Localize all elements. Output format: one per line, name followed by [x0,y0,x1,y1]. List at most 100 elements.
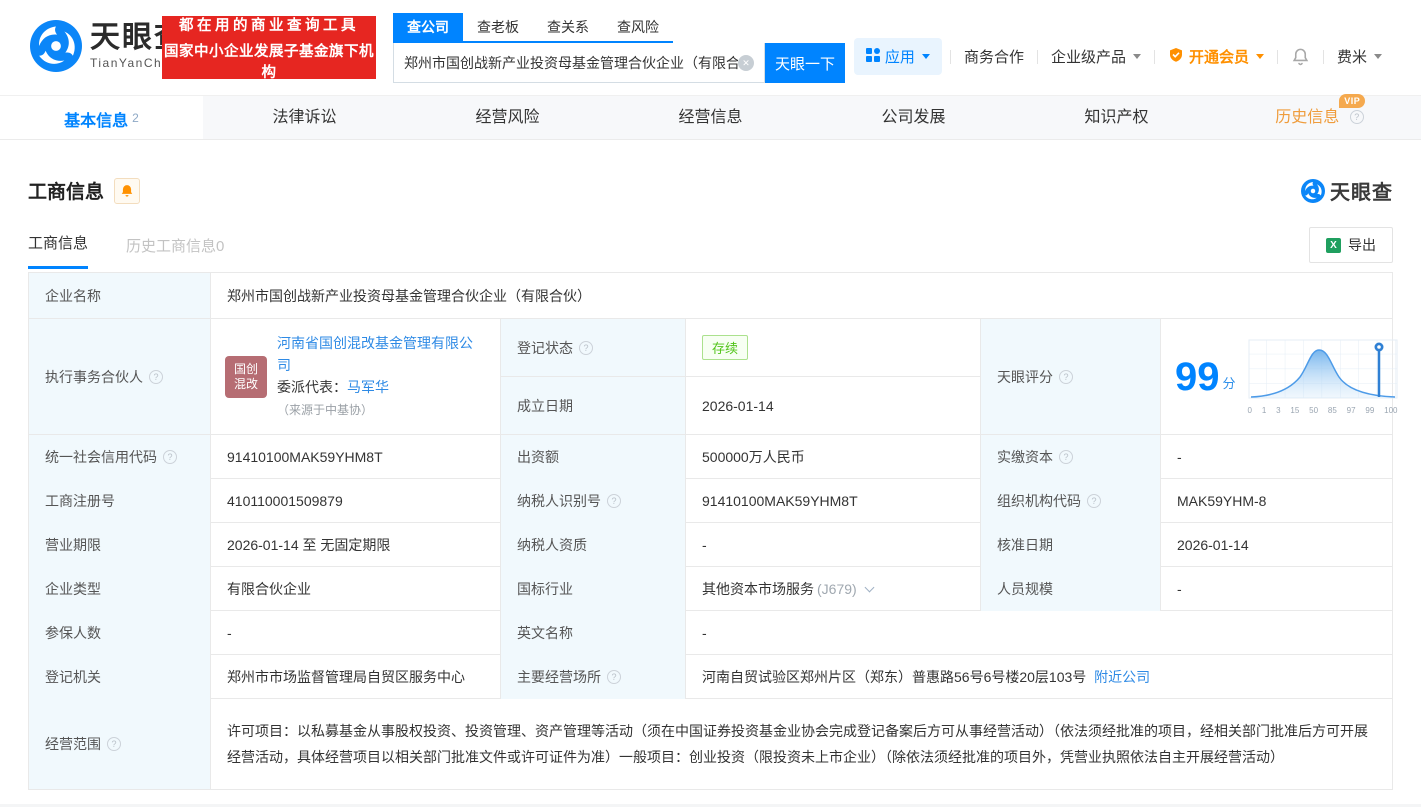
field-label-english-name: 英文名称 [501,611,686,655]
field-label-approval-date: 核准日期 [981,523,1161,567]
partner-company-link[interactable]: 河南省国创混改基金管理有限公司 [277,335,473,373]
chevron-down-icon[interactable] [864,582,874,592]
top-header: 天眼查 TianYanCha.com 都在用的商业查询工具 国家中小企业发展子基… [0,0,1421,95]
slogan-line1: 都在用的商业查询工具 [162,14,376,35]
status-date-stack: 登记状态 存续 成立日期 2026-01-14 [501,319,981,434]
tab-company-development[interactable]: 公司发展 [812,96,1015,139]
search-tab-risk[interactable]: 查风险 [603,13,673,41]
partner-avatar[interactable]: 国创混改 [225,356,267,398]
tab-label: 历史信息 [1275,109,1339,126]
field-value-company-name: 郑州市国创战新产业投资母基金管理合伙企业（有限合伙） [211,273,1392,318]
tab-operating-info[interactable]: 经营信息 [609,96,812,139]
search-tab-relation[interactable]: 查关系 [533,13,603,41]
field-value-credit-code: 91410100MAK59YHM8T [211,435,501,479]
search-box [393,43,765,83]
search-input[interactable] [404,55,738,71]
help-icon[interactable] [149,370,163,384]
top-nav: 应用 商务合作 企业级产品 开通会员 [854,38,1395,75]
nav-vip-label: 开通会员 [1189,46,1249,67]
field-label-company-name: 企业名称 [29,273,211,318]
help-icon[interactable] [1087,494,1101,508]
slogan-banner: 都在用的商业查询工具 国家中小企业发展子基金旗下机构 [162,16,376,79]
field-label-registration-number: 工商注册号 [29,479,211,523]
nav-user-label: 费米 [1337,46,1367,67]
help-icon[interactable] [1059,450,1073,464]
tab-label: 经营信息 [678,109,742,126]
search-tab-boss[interactable]: 查老板 [463,13,533,41]
field-value-approval-date: 2026-01-14 [1161,523,1392,567]
representative-name-link[interactable]: 马军华 [347,379,389,395]
score-axis-labels: 0131550859799100 [1248,406,1398,415]
field-label-registration-authority: 登记机关 [29,655,211,699]
table-row: 登记机关 郑州市市场监督管理局自贸区服务中心 主要经营场所 河南自贸试验区郑州片… [29,655,1392,699]
field-value-insured-count: - [211,611,501,655]
status-badge: 存续 [702,335,748,360]
field-label-org-code: 组织机构代码 [981,479,1161,523]
field-label-registration-status: 登记状态 [501,319,686,376]
subtab-label: 工商信息 [28,235,88,252]
tab-label: 公司发展 [881,109,945,126]
tab-operating-risk[interactable]: 经营风险 [406,96,609,139]
field-value-org-code: MAK59YHM-8 [1161,479,1392,523]
industry-code: (J679) [817,581,857,597]
score-curve-chart[interactable]: 0131550859799100 [1248,339,1398,415]
nav-user-menu[interactable]: 费米 [1324,46,1395,67]
nav-apps[interactable]: 应用 [854,38,942,75]
help-icon[interactable] [607,494,621,508]
export-label: 导出 [1348,235,1376,255]
field-label-taxpayer-id: 纳税人识别号 [501,479,686,523]
field-label-company-type: 企业类型 [29,567,211,611]
table-row: 统一社会信用代码 91410100MAK59YHM8T 出资额 500000万人… [29,435,1392,479]
section-title: 工商信息 [28,177,104,204]
clear-input-icon[interactable] [738,55,754,71]
help-icon[interactable] [107,737,121,751]
search-row: 天眼一下 [393,43,845,83]
tab-intellectual-property[interactable]: 知识产权 [1015,96,1218,139]
field-value-contribution: 500000万人民币 [686,435,981,479]
business-info-table: 企业名称 郑州市国创战新产业投资母基金管理合伙企业（有限合伙） 执行事务合伙人 … [28,272,1393,790]
score-unit: 分 [1223,373,1236,392]
nav-open-vip[interactable]: 开通会员 [1155,46,1277,67]
tab-basic-info[interactable]: 基本信息2 [0,96,203,139]
nav-enterprise-products[interactable]: 企业级产品 [1038,46,1154,67]
subtab-history-business-info[interactable]: 历史工商信息0 [126,235,224,269]
field-value-business-term: 2026-01-14 至 无固定期限 [211,523,501,567]
field-value-english-name: - [686,611,1392,655]
field-value-business-address: 河南自贸试验区郑州片区（郑东）普惠路56号6号楼20层103号 附近公司 [686,655,1392,699]
field-label-paid-capital: 实缴资本 [981,435,1161,479]
search-area: 查公司 查老板 查关系 查风险 天眼一下 [393,13,845,83]
subtab-business-info[interactable]: 工商信息 [28,232,88,269]
nav-business-cooperation[interactable]: 商务合作 [951,46,1037,67]
field-label-executive-partner: 执行事务合伙人 [29,319,211,434]
field-label-insured-count: 参保人数 [29,611,211,655]
table-subrow: 登记状态 存续 [501,319,981,377]
search-tabs: 查公司 查老板 查关系 查风险 [393,13,673,43]
notification-bell-button[interactable] [1278,47,1323,66]
nav-cooperation-label: 商务合作 [964,46,1024,67]
tab-legal-proceedings[interactable]: 法律诉讼 [203,96,406,139]
search-button[interactable]: 天眼一下 [765,43,845,83]
field-value-industry: 其他资本市场服务 (J679) [686,567,981,611]
field-label-tianyan-score: 天眼评分 [981,319,1161,434]
help-icon[interactable] [579,341,593,355]
field-value-registration-number: 410110001509879 [211,479,501,523]
nearby-companies-link[interactable]: 附近公司 [1094,667,1150,687]
help-icon[interactable] [1350,110,1364,124]
field-label-credit-code: 统一社会信用代码 [29,435,211,479]
help-icon[interactable] [163,450,177,464]
field-label-business-scope: 经营范围 [29,699,211,789]
nav-enterprise-label: 企业级产品 [1051,46,1126,67]
page: 天眼查 TianYanCha.com 都在用的商业查询工具 国家中小企业发展子基… [0,0,1421,807]
subtab-label: 历史工商信息0 [126,238,224,255]
export-button[interactable]: 导出 [1309,227,1393,263]
help-icon[interactable] [607,670,621,684]
apps-grid-icon [866,48,880,66]
field-value-staff-size: - [1161,567,1392,611]
field-label-establish-date: 成立日期 [501,377,686,434]
tab-history-info[interactable]: 历史信息 VIP [1218,96,1421,139]
search-tab-company[interactable]: 查公司 [393,13,463,41]
table-row: 企业类型 有限合伙企业 国标行业 其他资本市场服务 (J679) 人员规模 - [29,567,1392,611]
help-icon[interactable] [1059,370,1073,384]
monitor-bell-button[interactable] [114,178,140,204]
table-row: 工商注册号 410110001509879 纳税人识别号 91410100MAK… [29,479,1392,523]
